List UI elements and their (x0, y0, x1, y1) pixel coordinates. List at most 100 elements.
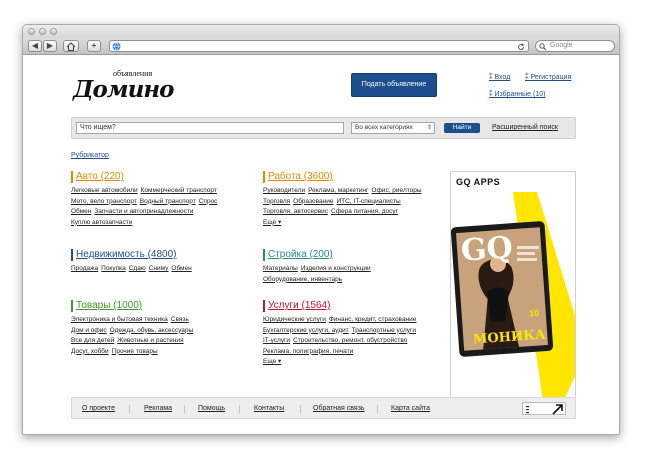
browser-search-input[interactable]: Google (535, 40, 615, 52)
tablet-illustration (451, 192, 575, 400)
footer-link-sitemap[interactable]: Карта сайта (391, 405, 430, 412)
category-link[interactable]: Еще ▾ (263, 358, 281, 365)
category-link-row: Продажа Покупка Сдаю Сниму Обмен (71, 264, 251, 275)
category-title[interactable]: Услуги (1564) (263, 300, 443, 312)
category-link-row: Обмен Запчасти и автопринадлежности (71, 207, 251, 218)
category-link[interactable]: Образование (293, 198, 333, 205)
category-title[interactable]: Авто (220) (71, 171, 251, 183)
category-link[interactable]: Оборудование, инвентарь (263, 276, 342, 283)
category-services: Услуги (1564) Юридические услуги Финанс, … (263, 300, 443, 368)
category-links: Юридические услуги Финанс, кредит, страхо… (263, 315, 443, 368)
close-window-button[interactable] (28, 28, 35, 35)
footer-link-contacts[interactable]: Контакты (254, 405, 284, 412)
category-link[interactable]: IT-услуги (263, 337, 290, 344)
category-title[interactable]: Стройка (200) (263, 249, 443, 261)
category-link-row: Электроника и бытовая техника Связь (71, 315, 251, 326)
category-link[interactable]: Дом и офис (71, 327, 107, 334)
cover-issue: 10 (528, 307, 540, 319)
browser-window: ◀ ▶ + Google объявления Домино Подать об… (22, 24, 620, 435)
title-bar (23, 25, 619, 38)
category-select-value: Во всех категориях (355, 124, 413, 131)
category-links: Материалы Изделия и конструкции Оборудован… (263, 264, 443, 285)
post-ad-button[interactable]: Подать объявление (351, 73, 437, 97)
category-link[interactable]: Сдаю (129, 265, 146, 272)
category-link[interactable]: Строительство, ремонт, обустройство (293, 337, 407, 344)
reload-icon[interactable] (517, 42, 525, 51)
home-button[interactable] (63, 40, 79, 52)
category-link[interactable]: Куплю автозапчасти (71, 219, 132, 226)
category-link[interactable]: Реклама, маркетинг (308, 187, 368, 194)
category-link[interactable]: Все для детей (71, 337, 114, 344)
minimize-window-button[interactable] (39, 28, 46, 35)
arrow-up-right-icon (526, 404, 563, 415)
category-link[interactable]: Мото, вело транспорт (71, 198, 137, 205)
zoom-window-button[interactable] (50, 28, 57, 35)
category-link[interactable]: Сфера питания, досуг (331, 208, 398, 215)
category-link[interactable]: Руководители (263, 187, 305, 194)
category-link[interactable]: Продажа (71, 265, 98, 272)
search-panel: Что ищем? Во всех категориях ⇕ Найти Рас… (71, 117, 576, 139)
gq-apps-banner[interactable]: GQ APPS GQ МОНИКА 10 (450, 171, 576, 401)
category-link[interactable]: Изделия и конструкции (301, 265, 371, 272)
login-label: Вход (494, 74, 511, 81)
category-title[interactable]: Недвижимость (4800) (71, 249, 251, 261)
new-tab-button[interactable]: + (87, 40, 101, 52)
category-link[interactable]: Животные и растения (117, 337, 183, 344)
category-link-row: Досуг, хобби Прочие товары (71, 347, 251, 358)
category-select[interactable]: Во всех категориях ⇕ (351, 122, 435, 134)
footer-badge[interactable] (522, 402, 566, 415)
category-link[interactable]: Запчасти и автопринадлежности (94, 208, 193, 215)
category-link[interactable]: ИТС, IT-специалисты (336, 198, 400, 205)
footer-divider (300, 405, 301, 413)
category-link[interactable]: Прочие товары (112, 348, 158, 355)
category-link[interactable]: Коммерческий транспорт (141, 187, 217, 194)
category-link-row: Руководители Реклама, маркетинг Офис, риел… (263, 186, 443, 197)
footer-link-advertising[interactable]: Реклама (144, 405, 172, 412)
forward-arrow-icon: ▶ (46, 41, 54, 50)
category-link[interactable]: Торговля (263, 198, 290, 205)
web-page: объявления Домино Подать объявление ⁑ Вх… (23, 56, 619, 434)
category-link[interactable]: Электроника и бытовая техника (71, 316, 168, 323)
advanced-search-link[interactable]: Расширенный поиск (492, 124, 558, 131)
category-link[interactable]: Реклама, полиграфия, печати (263, 348, 353, 355)
footer-link-feedback[interactable]: Обратная связь (313, 405, 365, 412)
category-link[interactable]: Транспортные услуги (352, 327, 416, 334)
address-bar[interactable] (109, 40, 529, 52)
category-link-row: Торговля, автосервис Сфера питания, досуг (263, 207, 443, 218)
rubricator-link[interactable]: Рубрикатор (71, 152, 109, 159)
site-logo[interactable]: Домино (73, 76, 174, 103)
category-link[interactable]: Связь (171, 316, 189, 323)
find-button[interactable]: Найти (444, 123, 480, 133)
forward-button[interactable]: ▶ (43, 40, 57, 52)
category-link[interactable]: Сниму (149, 265, 169, 272)
category-link[interactable]: Спрос (199, 198, 218, 205)
category-link[interactable]: Материалы (263, 265, 298, 272)
favorites-link[interactable]: ⁑ Избранные (10) (489, 90, 545, 98)
category-link[interactable]: Одежда, обувь, аксессуары (110, 327, 194, 334)
favorites-label: Избранные (10) (494, 91, 546, 98)
category-link[interactable]: Обмен (171, 265, 191, 272)
browser-toolbar: ◀ ▶ + Google (23, 38, 619, 55)
category-link-row: Оборудование, инвентарь (263, 275, 443, 286)
footer-link-help[interactable]: Помощь (198, 405, 225, 412)
category-link[interactable]: Бухгалтерские услуги, аудит (263, 327, 349, 334)
category-link[interactable]: Офис, риелторы (371, 187, 421, 194)
category-link[interactable]: Юридические услуги (263, 316, 326, 323)
category-link[interactable]: Досуг, хобби (71, 348, 109, 355)
category-link[interactable]: Водный транспорт (140, 198, 196, 205)
category-link[interactable]: Покупка (101, 265, 126, 272)
category-title[interactable]: Работа (3600) (263, 171, 443, 183)
category-link-row: Дом и офис Одежда, обувь, аксессуары (71, 326, 251, 337)
category-link[interactable]: Легковые автомобили (71, 187, 138, 194)
footer-link-about[interactable]: О проекте (82, 405, 115, 412)
category-link[interactable]: Обмен (71, 208, 91, 215)
register-link[interactable]: ⁑ Регистрация (525, 73, 571, 81)
category-link[interactable]: Финанс, кредит, страхование (329, 316, 417, 323)
login-link[interactable]: ⁑ Вход (489, 73, 510, 81)
category-link-row: Еще ▾ (263, 357, 443, 368)
query-input[interactable]: Что ищем? (76, 122, 344, 134)
category-link[interactable]: Торговля, автосервис (263, 208, 328, 215)
back-button[interactable]: ◀ (28, 40, 42, 52)
category-title[interactable]: Товары (1000) (71, 300, 251, 312)
category-link[interactable]: Еще ▾ (263, 219, 281, 226)
